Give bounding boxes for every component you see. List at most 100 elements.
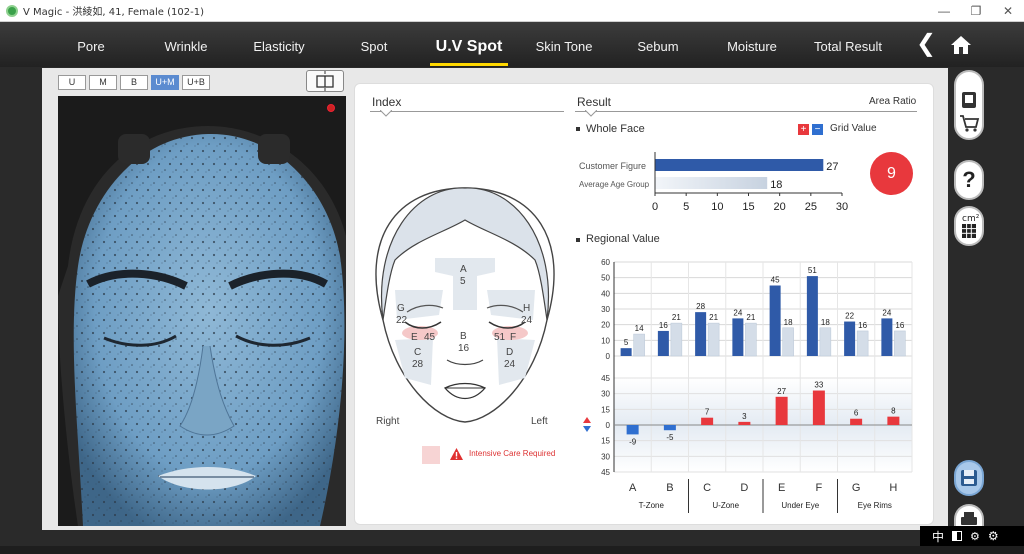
region-letter-a: A xyxy=(460,264,467,275)
svg-text:cm²: cm² xyxy=(962,214,980,224)
nav-bar: Pore Wrinkle Elasticity Spot U.V Spot Sk… xyxy=(0,22,1024,67)
maximize-button[interactable]: ❐ xyxy=(960,0,992,22)
ime-indicator[interactable]: 中 xyxy=(932,528,944,545)
regional-group-label: T-Zone xyxy=(639,501,665,510)
upload-cart-button[interactable] xyxy=(954,70,984,140)
save-icon xyxy=(961,470,977,486)
regional-category-label: H xyxy=(889,482,897,494)
mode-u-button[interactable]: U xyxy=(58,75,86,90)
cart-icon xyxy=(960,92,980,132)
area-unit-button[interactable]: cm² xyxy=(954,206,984,246)
region-value-c: 28 xyxy=(412,359,424,370)
settings-icon[interactable]: ⚙ xyxy=(988,529,999,543)
regional-bar-average xyxy=(782,327,794,357)
layout-icon[interactable] xyxy=(952,531,963,541)
tab-pore[interactable]: Pore xyxy=(62,32,120,62)
regional-bar-average xyxy=(670,322,683,357)
deviation-bar-value: 8 xyxy=(891,407,896,416)
mode-b-button[interactable]: B xyxy=(120,75,148,90)
help-icon: ? xyxy=(962,167,976,192)
regional-bar-customer xyxy=(695,312,707,356)
regional-bar-customer xyxy=(657,330,669,356)
deviation-y-tick-label: 0 xyxy=(606,421,611,430)
region-value-e: 45 xyxy=(424,332,436,343)
regional-category-label: A xyxy=(629,482,637,494)
tab-uv-spot[interactable]: U.V Spot xyxy=(430,32,508,66)
region-letter-g: G xyxy=(397,303,405,314)
regional-category-label: B xyxy=(666,482,673,494)
regional-bar-average-value: 18 xyxy=(784,318,793,327)
regional-bar-average xyxy=(745,322,757,357)
regional-value-title: Regional Value xyxy=(586,233,660,245)
region-letter-b: B xyxy=(460,331,467,342)
region-value-b: 16 xyxy=(458,343,470,354)
home-icon[interactable] xyxy=(950,34,972,56)
regional-category-label: G xyxy=(852,482,861,494)
region-value-g: 22 xyxy=(396,315,408,326)
deviation-y-tick-label: 45 xyxy=(601,468,610,477)
tab-skin-tone[interactable]: Skin Tone xyxy=(528,32,600,62)
whole-face-category-label: Customer Figure xyxy=(579,161,646,171)
minus-icon[interactable]: − xyxy=(812,124,823,135)
index-underline xyxy=(370,111,564,112)
regional-bar-customer-value: 22 xyxy=(845,312,854,321)
deviation-bar-value: 7 xyxy=(705,408,710,417)
region-value-d: 24 xyxy=(504,359,516,370)
mode-ub-button[interactable]: U+B xyxy=(182,75,210,90)
regional-bar-average xyxy=(894,330,906,357)
deviation-y-tick-label: 15 xyxy=(601,405,610,414)
mode-um-button[interactable]: U+M xyxy=(151,75,179,90)
left-label: Left xyxy=(531,416,548,427)
index-title: Index xyxy=(372,95,402,109)
regional-bar-customer-value: 16 xyxy=(659,321,668,330)
regional-bar-customer xyxy=(844,321,856,356)
regional-bar-average-value: 16 xyxy=(858,321,867,330)
whole-face-bar-value: 18 xyxy=(770,179,782,191)
tab-moisture[interactable]: Moisture xyxy=(718,32,786,62)
region-value-h: 24 xyxy=(521,315,533,326)
back-icon[interactable]: ❮ xyxy=(916,31,938,57)
deviation-bar xyxy=(775,396,788,425)
uv-face-photo xyxy=(58,96,346,526)
regional-chart: 0 10 20 30 40 50 60 45 30 15 0 15 30 45 5 14 -9 A 16 21 -5 B 2… xyxy=(583,258,913,513)
plus-icon[interactable]: + xyxy=(798,124,809,135)
region-value-f: 51 xyxy=(494,332,506,343)
regional-bar-customer-value: 5 xyxy=(624,338,629,347)
tools-icon[interactable]: ⚙ xyxy=(970,530,980,543)
tab-total-result[interactable]: Total Result xyxy=(810,32,886,62)
close-button[interactable]: ✕ xyxy=(992,0,1024,22)
tab-wrinkle[interactable]: Wrinkle xyxy=(154,32,218,62)
tab-spot[interactable]: Spot xyxy=(346,32,402,62)
regional-category-label: E xyxy=(778,482,785,494)
bottom-strip xyxy=(0,546,1024,554)
regional-bar-average xyxy=(633,333,645,357)
help-button[interactable]: ? xyxy=(954,160,984,200)
regional-bar-customer-value: 24 xyxy=(882,308,891,317)
regional-bar-customer-value: 24 xyxy=(733,308,742,317)
compare-view-button[interactable] xyxy=(306,70,344,92)
regional-category-label: D xyxy=(740,482,748,494)
warning-icon xyxy=(450,448,463,460)
print-button[interactable] xyxy=(954,504,984,528)
regional-bar-average-value: 16 xyxy=(895,321,904,330)
region-value-a: 5 xyxy=(460,276,466,287)
index-pointer-icon xyxy=(380,110,392,117)
tab-elasticity[interactable]: Elasticity xyxy=(244,32,314,62)
minimize-button[interactable]: — xyxy=(928,0,960,22)
taskbar: 中 ⚙ ⚙ xyxy=(920,526,1024,546)
mode-m-button[interactable]: M xyxy=(89,75,117,90)
regional-bar-customer xyxy=(806,276,818,356)
deviation-bar xyxy=(626,425,639,435)
save-button[interactable] xyxy=(954,460,984,496)
whole-face-bar-value: 27 xyxy=(826,161,838,173)
grid-value-label[interactable]: Grid Value xyxy=(830,123,877,134)
deviation-bar xyxy=(812,390,825,425)
whole-face-title: Whole Face xyxy=(586,123,645,135)
region-letter-d: D xyxy=(506,347,514,358)
grid-unit-icon: cm² xyxy=(962,214,980,238)
deviation-down-icon xyxy=(583,426,591,432)
tab-sebum[interactable]: Sebum xyxy=(628,32,688,62)
book-icon xyxy=(316,71,334,91)
result-title: Result xyxy=(577,95,612,109)
mode-selector: U M B U+M U+B xyxy=(58,75,210,90)
